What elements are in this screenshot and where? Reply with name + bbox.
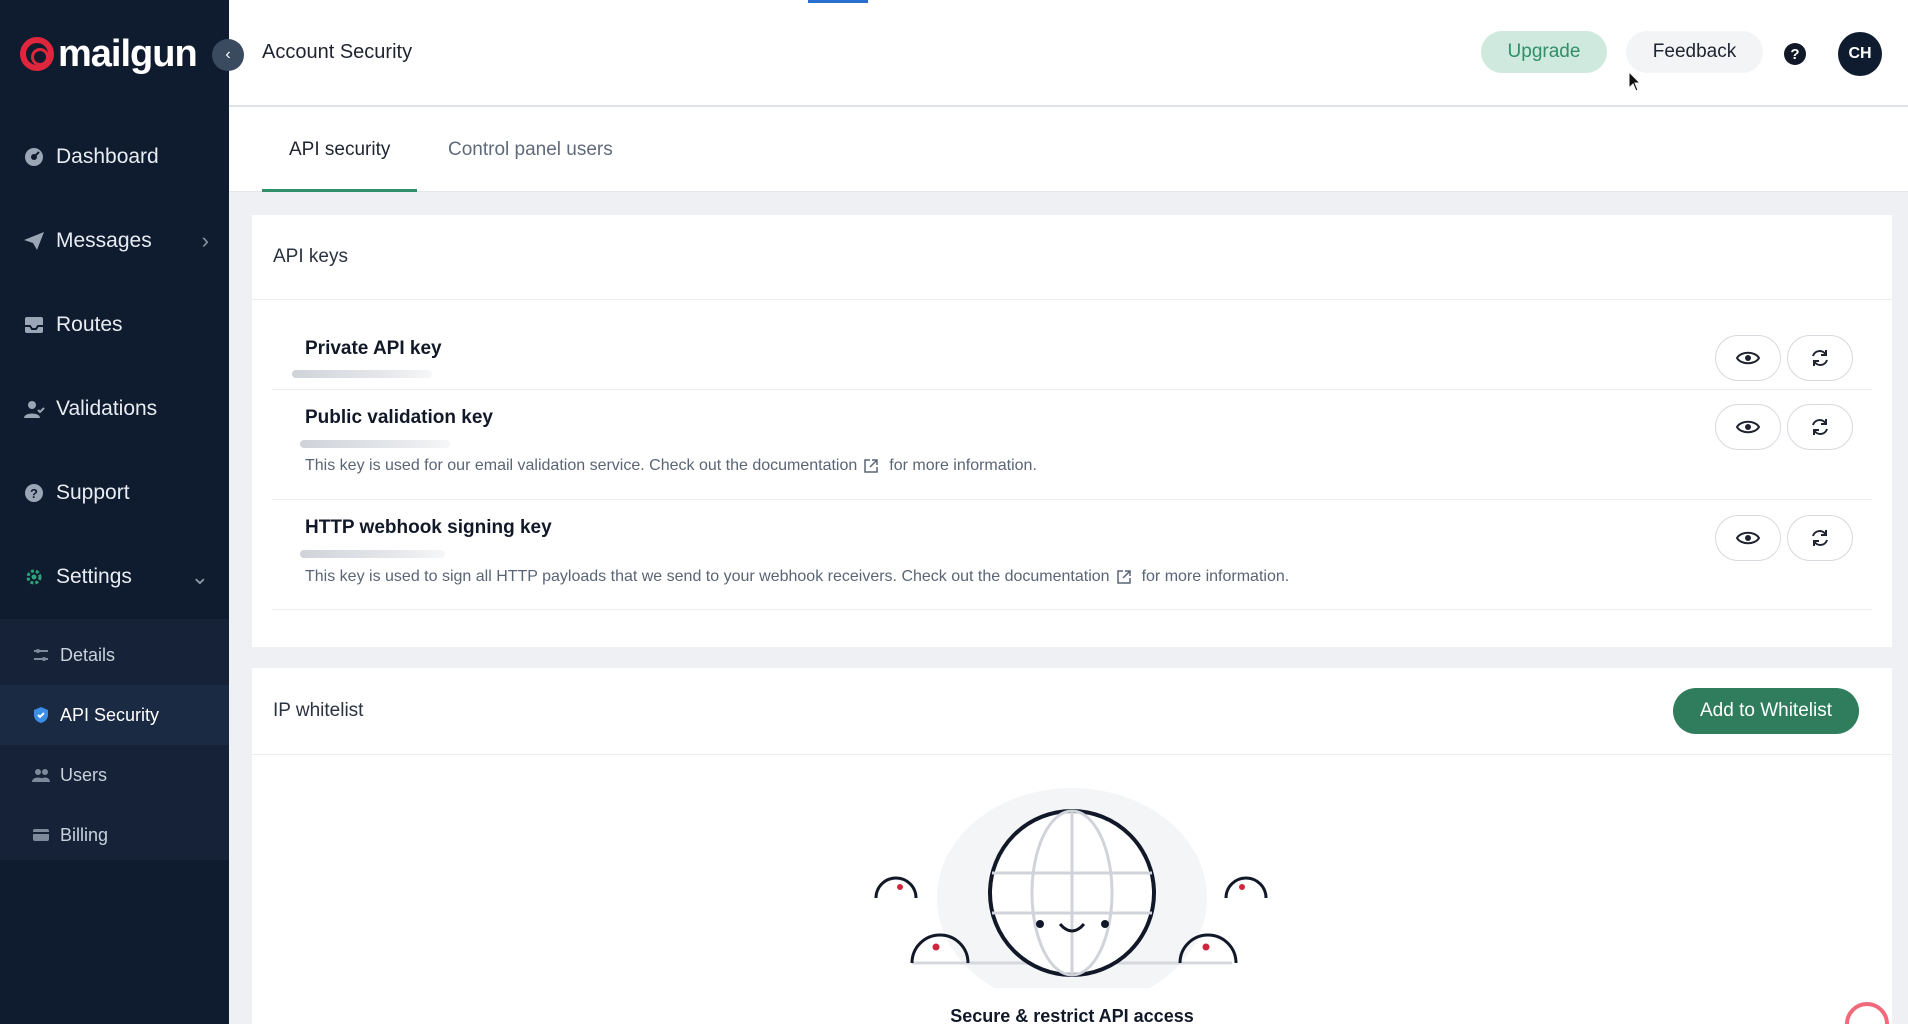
sidebar-item-support[interactable]: ? Support [0,451,229,535]
sidebar-item-label: Dashboard [56,145,159,168]
sidebar-subitem-label: Billing [60,824,109,845]
ip-whitelist-card: IP whitelist Add to Whitelist Secure & r… [252,668,1892,1024]
api-keys-card: API keys Private API key Public validati… [252,215,1892,647]
api-key-row-webhook: HTTP webhook signing key This key is use… [272,500,1872,610]
key-title: HTTP webhook signing key [305,517,552,538]
inbox-icon [22,313,46,337]
documentation-link[interactable] [1116,569,1132,585]
sidebar-item-label: Messages [56,229,152,252]
reveal-key-button[interactable] [1715,404,1781,450]
shield-icon [32,706,50,724]
reveal-key-button[interactable] [1715,515,1781,561]
documentation-link[interactable] [863,458,879,474]
masked-key-value [292,370,432,378]
sidebar-item-dashboard[interactable]: Dashboard [0,115,229,199]
sidebar-item-settings[interactable]: Settings ⌄ [0,535,229,619]
sidebar-nav: Dashboard Messages › Routes Validations … [0,115,229,860]
sidebar: mailgun Dashboard Messages › Routes Vali… [0,0,229,1024]
sidebar-item-label: Settings [56,565,132,588]
chevron-right-icon: › [201,228,209,253]
key-description-text: This key is used to sign all HTTP payloa… [305,568,1110,585]
user-avatar[interactable]: CH [1838,32,1882,76]
brand-name: mailgun [58,32,198,75]
settings-submenu: Details API Security Users Billing [0,619,229,860]
gear-icon [22,565,46,589]
key-title: Public validation key [305,407,493,428]
api-key-row-validation: Public validation key This key is used f… [272,390,1872,500]
svg-text:?: ? [30,486,38,501]
mouse-cursor-icon [1628,71,1642,92]
tab-api-security[interactable]: API security [261,107,418,192]
key-description: This key is used to sign all HTTP payloa… [305,568,1289,586]
sidebar-item-label: Routes [56,313,123,336]
key-description-suffix: for more information. [1141,568,1290,585]
globe-illustration [874,788,1268,988]
add-to-whitelist-button[interactable]: Add to Whitelist [1673,688,1859,734]
eye-icon [1736,351,1760,365]
dashboard-icon [22,145,46,169]
sidebar-item-label: Validations [56,397,158,420]
api-key-row-private: Private API key [272,300,1872,390]
page-title: Account Security [262,41,413,63]
sidebar-subitem-users[interactable]: Users [0,745,229,805]
external-link-icon [864,459,879,473]
chevron-left-icon: ‹ [225,46,231,63]
collapse-sidebar-button[interactable]: ‹ [212,39,244,71]
chevron-down-icon: ⌄ [190,564,209,589]
sidebar-item-validations[interactable]: Validations [0,367,229,451]
feedback-button[interactable]: Feedback [1626,31,1763,73]
mailgun-logo[interactable]: mailgun [20,30,198,78]
sidebar-subitem-api-security[interactable]: API Security [0,685,229,745]
top-header: Account Security Upgrade Feedback ? CH [229,0,1908,107]
tab-control-panel-users[interactable]: Control panel users [448,107,613,192]
key-description: This key is used for our email validatio… [305,457,1037,475]
sidebar-subitem-billing[interactable]: Billing [0,805,229,865]
rotate-key-button[interactable] [1787,335,1853,381]
sidebar-item-label: Support [56,481,130,504]
api-keys-heading: API keys [252,215,1892,300]
user-check-icon [22,397,46,421]
help-circle-icon: ? [22,481,46,505]
users-icon [32,766,50,784]
sliders-icon [32,646,50,664]
empty-state-title: Secure & restrict API access [950,1006,1194,1024]
eye-icon [1736,420,1760,434]
key-description-text: This key is used for our email validatio… [305,457,858,474]
key-description-suffix: for more information. [889,457,1037,474]
sidebar-item-routes[interactable]: Routes [0,283,229,367]
key-title: Private API key [305,338,442,359]
rotate-key-button[interactable] [1787,515,1853,561]
masked-key-value [300,550,445,558]
masked-key-value [300,440,450,448]
loading-indicator [808,0,868,3]
refresh-icon [1812,530,1828,546]
sidebar-subitem-details[interactable]: Details [0,625,229,685]
send-icon [22,229,46,253]
sidebar-subitem-label: Details [60,644,116,665]
card-icon [32,826,50,844]
mailgun-logo-icon [20,37,54,71]
security-tabs: API security Control panel users [229,107,1908,192]
refresh-icon [1812,419,1828,435]
sidebar-subitem-label: API Security [60,704,160,725]
eye-icon [1736,531,1760,545]
external-link-icon [1116,570,1131,584]
help-icon[interactable]: ? [1784,43,1806,65]
rotate-key-button[interactable] [1787,404,1853,450]
reveal-key-button[interactable] [1715,335,1781,381]
upgrade-button[interactable]: Upgrade [1481,31,1607,73]
sidebar-subitem-label: Users [60,764,108,785]
ip-whitelist-heading: IP whitelist [252,668,1892,755]
refresh-icon [1812,350,1828,366]
sidebar-item-messages[interactable]: Messages › [0,199,229,283]
